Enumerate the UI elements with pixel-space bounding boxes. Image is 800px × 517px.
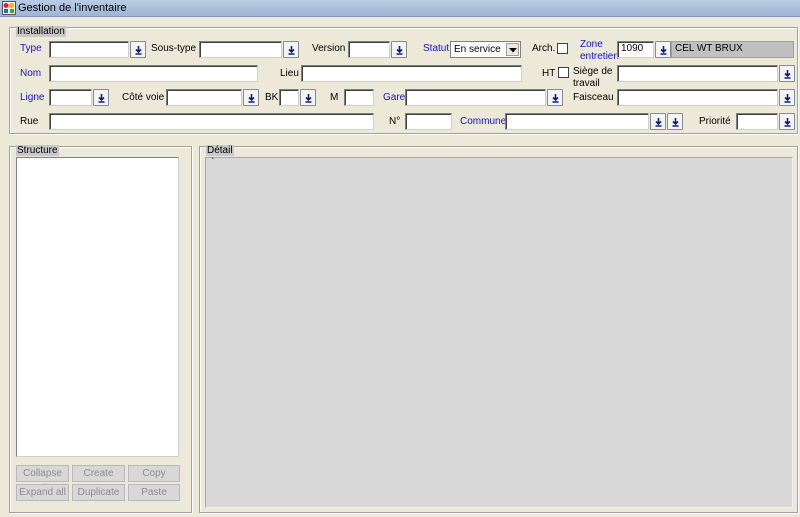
priorite-field[interactable] xyxy=(736,113,778,130)
rue-label: Rue xyxy=(20,116,39,127)
combo-down-arrow-icon xyxy=(509,48,517,53)
ht-label: HT xyxy=(542,68,556,79)
statut-select[interactable]: En service xyxy=(450,41,521,58)
m-label: M xyxy=(330,92,339,103)
siege-lookup-button[interactable] xyxy=(779,65,795,82)
lookup-down-arrow-icon xyxy=(396,46,403,55)
version-label: Version xyxy=(312,43,346,54)
ligne-label: Ligne xyxy=(20,92,45,103)
lookup-down-arrow-icon xyxy=(660,46,667,55)
bk-field[interactable] xyxy=(279,89,299,106)
numero-field[interactable] xyxy=(405,113,452,130)
app-icon xyxy=(2,1,16,15)
lookup-down-arrow-icon xyxy=(135,46,142,55)
lieu-label: Lieu xyxy=(280,68,299,79)
siege-label-line1: Siège de xyxy=(573,66,613,77)
structure-tree[interactable] xyxy=(16,157,179,457)
statut-label: Statut xyxy=(423,43,450,54)
structure-group-title: Structure xyxy=(16,145,59,156)
ht-checkbox[interactable] xyxy=(558,67,569,78)
soustype-lookup-button[interactable] xyxy=(283,41,299,58)
zone-entretien-lookup-button[interactable] xyxy=(655,41,671,58)
detail-panel[interactable]: ` xyxy=(205,157,793,508)
zone-entretien-code-field[interactable]: 1090 xyxy=(617,41,654,58)
priorite-lookup-button[interactable] xyxy=(779,113,795,130)
cote-voie-label: Côté voie xyxy=(122,92,165,103)
soustype-label: Sous-type xyxy=(151,43,197,54)
nom-field[interactable] xyxy=(49,65,258,82)
lookup-down-arrow-icon xyxy=(552,94,559,103)
lookup-down-arrow-icon xyxy=(248,94,255,103)
version-field[interactable] xyxy=(348,41,390,58)
statut-select-value: En service xyxy=(454,44,501,55)
duplicate-button[interactable]: Duplicate xyxy=(72,484,125,501)
gare-lookup-button[interactable] xyxy=(547,89,563,106)
cote-voie-lookup-button[interactable] xyxy=(243,89,259,106)
zone-entretien-label-line1: Zone xyxy=(580,39,603,50)
detail-group-title: Détail xyxy=(206,145,234,156)
m-field[interactable] xyxy=(344,89,374,106)
collapse-all-button[interactable]: Collapse all xyxy=(16,465,69,494)
detail-content-text: ` xyxy=(211,157,215,168)
siege-label-line2: travail xyxy=(573,78,600,89)
commune-lookup-button[interactable] xyxy=(650,113,666,130)
commune-label: Commune xyxy=(460,116,507,127)
type-lookup-button[interactable] xyxy=(130,41,146,58)
soustype-field[interactable] xyxy=(199,41,282,58)
lieu-field[interactable] xyxy=(301,65,522,82)
faisceau-lookup-button[interactable] xyxy=(779,89,795,106)
arch-checkbox[interactable] xyxy=(557,43,568,54)
arch-label: Arch. xyxy=(532,43,556,54)
paste-button[interactable]: Paste xyxy=(128,484,180,501)
gare-label: Gare xyxy=(383,92,406,103)
ligne-lookup-button[interactable] xyxy=(93,89,109,106)
cote-voie-field[interactable] xyxy=(166,89,242,106)
bk-lookup-button[interactable] xyxy=(300,89,316,106)
lookup-down-arrow-icon xyxy=(784,70,791,79)
create-button[interactable]: Create xyxy=(72,465,125,482)
faisceau-label: Faisceau xyxy=(573,92,614,103)
commune-field[interactable] xyxy=(505,113,649,130)
zone-entretien-name-field: CEL WT BRUX xyxy=(671,41,794,58)
siege-field[interactable] xyxy=(617,65,778,82)
lookup-down-arrow-icon xyxy=(98,94,105,103)
installation-group-title: Installation xyxy=(16,26,66,37)
priorite-label: Priorité xyxy=(699,116,731,127)
statut-select-dropdown[interactable] xyxy=(506,43,519,56)
commune-lookup-button-2[interactable] xyxy=(667,113,683,130)
copy-button[interactable]: Copy xyxy=(128,465,180,482)
lookup-down-arrow-icon xyxy=(784,118,791,127)
rue-field[interactable] xyxy=(49,113,374,130)
lookup-down-arrow-icon xyxy=(305,94,312,103)
zone-entretien-label-line2: entretien xyxy=(580,51,619,62)
lookup-down-arrow-icon xyxy=(784,94,791,103)
type-label: Type xyxy=(20,43,42,54)
ligne-field[interactable] xyxy=(49,89,92,106)
gare-field[interactable] xyxy=(405,89,546,106)
window-title: Gestion de l'inventaire xyxy=(18,2,127,14)
numero-label: N° xyxy=(389,116,401,127)
expand-all-button[interactable]: Expand all xyxy=(16,484,69,501)
version-lookup-button[interactable] xyxy=(391,41,407,58)
bk-label: BK xyxy=(265,92,279,103)
type-field[interactable] xyxy=(49,41,129,58)
lookup-down-arrow-icon xyxy=(655,118,662,127)
title-bar: Gestion de l'inventaire xyxy=(0,0,800,17)
lookup-down-arrow-icon xyxy=(672,118,679,127)
faisceau-field[interactable] xyxy=(617,89,778,106)
nom-label: Nom xyxy=(20,68,42,79)
lookup-down-arrow-icon xyxy=(288,46,295,55)
